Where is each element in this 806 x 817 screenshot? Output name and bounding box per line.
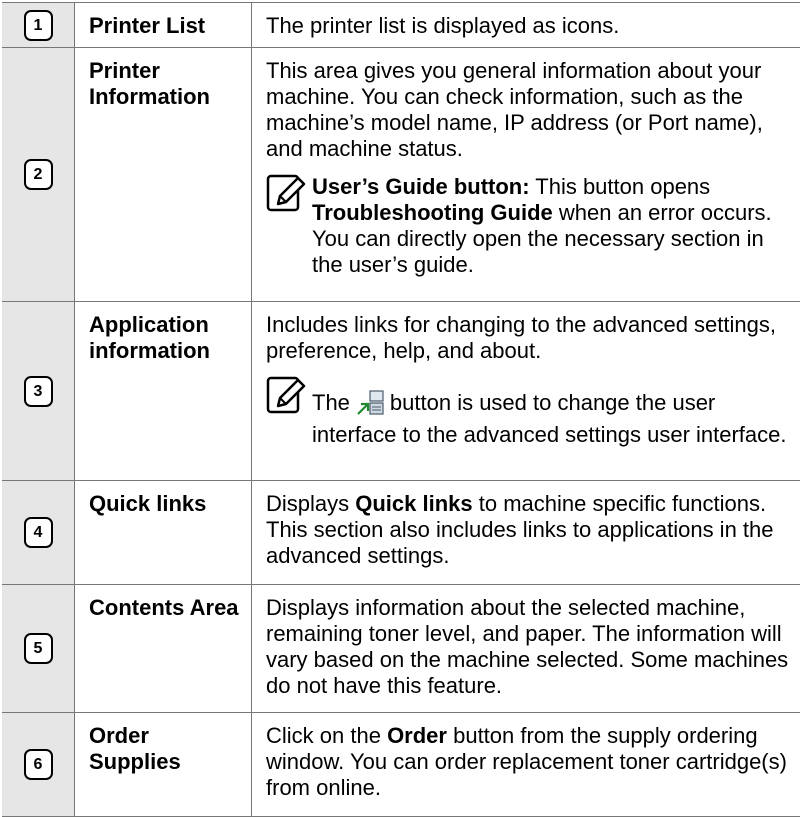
feature-description: Click on the Order button from the suppl… (251, 712, 800, 817)
feature-name: Printer List (74, 2, 252, 48)
row-number-cell: 1 (2, 2, 75, 48)
note-block: User’s Guide button: This button opens T… (266, 174, 792, 278)
feature-description: This area gives you general information … (266, 58, 763, 161)
feature-name: Printer Information (74, 47, 252, 302)
feature-description-cell: Includes links for changing to the advan… (251, 301, 800, 481)
table-row: 4 Quick links Displays Quick links to ma… (2, 480, 800, 585)
feature-description: The printer list is displayed as icons. (251, 2, 800, 48)
feature-name: Application information (74, 301, 252, 481)
note-block: The button is used to change the user in… (266, 376, 792, 448)
feature-table: 1 Printer List The printer list is displ… (2, 2, 800, 817)
row-number-cell: 5 (2, 584, 75, 713)
note-bold-mid: Troubleshooting Guide (312, 200, 553, 225)
description-part: Click on the (266, 723, 388, 748)
feature-description: Displays Quick links to machine specific… (251, 480, 800, 585)
table-row: 2 Printer Information This area gives yo… (2, 47, 800, 302)
note-text: The button is used to change the user in… (312, 376, 792, 448)
feature-description: Includes links for changing to the advan… (266, 312, 776, 363)
row-number-cell: 6 (2, 712, 75, 817)
row-number-badge: 5 (23, 633, 53, 664)
feature-name: Quick links (74, 480, 252, 585)
note-icon (266, 376, 312, 416)
description-part: Displays (266, 491, 356, 516)
row-number-badge: 1 (23, 9, 53, 41)
table-row: 6 Order Supplies Click on the Order butt… (2, 712, 800, 817)
note-text: User’s Guide button: This button opens T… (312, 174, 792, 278)
table-row: 1 Printer List The printer list is displ… (2, 2, 800, 48)
note-bold-lead: User’s Guide button: (312, 174, 530, 199)
row-number-badge: 4 (23, 517, 53, 548)
row-number-badge: 6 (23, 749, 53, 780)
table-row: 5 Contents Area Displays information abo… (2, 584, 800, 713)
description-bold: Order (387, 723, 447, 748)
feature-name: Order Supplies (74, 712, 252, 817)
description-bold: Quick links (355, 491, 473, 516)
note-text-part: This button opens (529, 174, 711, 199)
feature-name: Contents Area (74, 584, 252, 713)
feature-description: Displays information about the selected … (251, 584, 800, 713)
feature-description-cell: This area gives you general information … (251, 47, 800, 302)
row-number-cell: 4 (2, 480, 75, 585)
row-number-cell: 3 (2, 301, 75, 481)
row-number-badge: 3 (23, 375, 53, 407)
row-number-cell: 2 (2, 47, 75, 302)
note-text-part: The (312, 390, 350, 415)
switch-ui-icon (356, 390, 384, 422)
row-number-badge: 2 (23, 159, 53, 190)
note-icon (266, 174, 312, 214)
table-row: 3 Application information Includes links… (2, 301, 800, 481)
